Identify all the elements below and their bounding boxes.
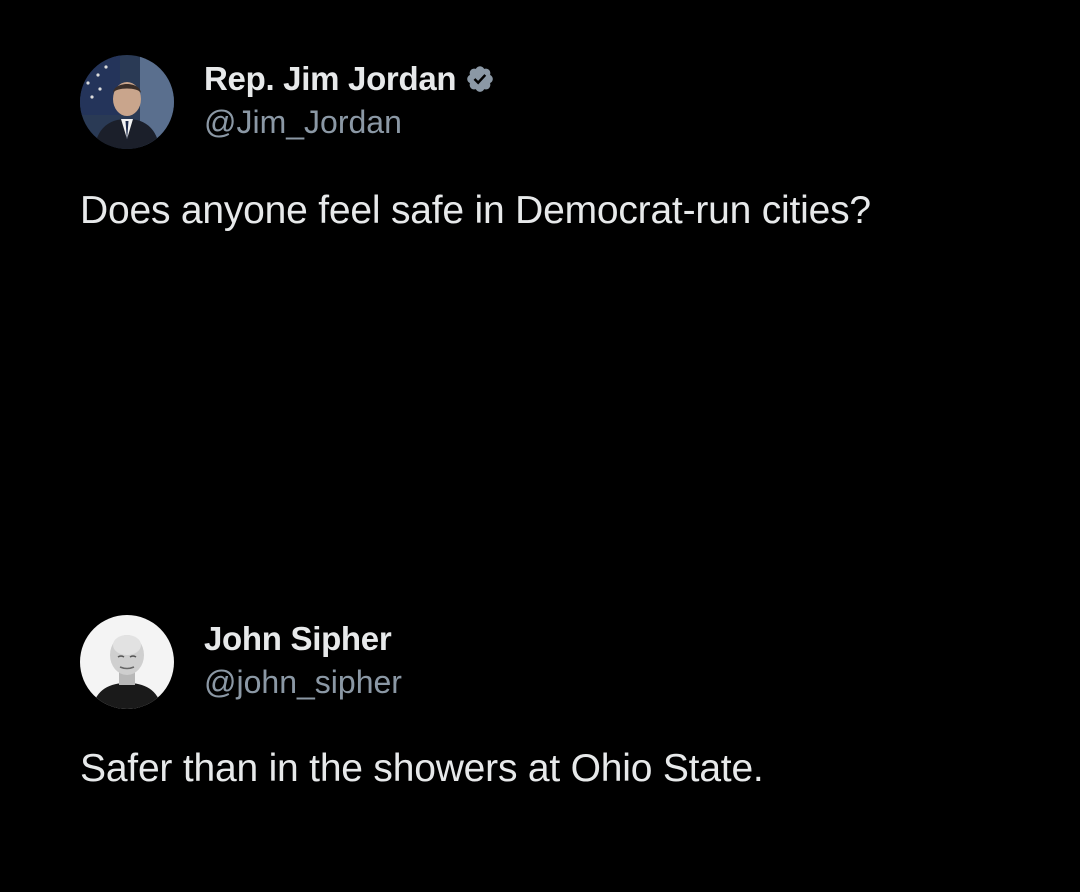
handle[interactable]: @Jim_Jordan <box>204 101 495 143</box>
post-text: Does anyone feel safe in Democrat-run ci… <box>80 189 871 232</box>
name-row: John Sipher <box>204 617 402 661</box>
author-block: John Sipher @john_sipher <box>204 617 402 703</box>
verified-badge-icon <box>465 64 495 94</box>
post-text: Safer than in the showers at Ohio State. <box>80 747 764 790</box>
avatar-image <box>80 615 174 709</box>
avatar-image <box>80 55 174 149</box>
author-block: Rep. Jim Jordan @Jim_Jordan <box>204 57 495 143</box>
avatar-john-sipher[interactable] <box>80 615 174 709</box>
display-name[interactable]: Rep. Jim Jordan <box>204 60 457 98</box>
name-row: Rep. Jim Jordan <box>204 57 495 101</box>
display-name[interactable]: John Sipher <box>204 620 392 658</box>
avatar-jim-jordan[interactable] <box>80 55 174 149</box>
handle[interactable]: @john_sipher <box>204 661 402 703</box>
